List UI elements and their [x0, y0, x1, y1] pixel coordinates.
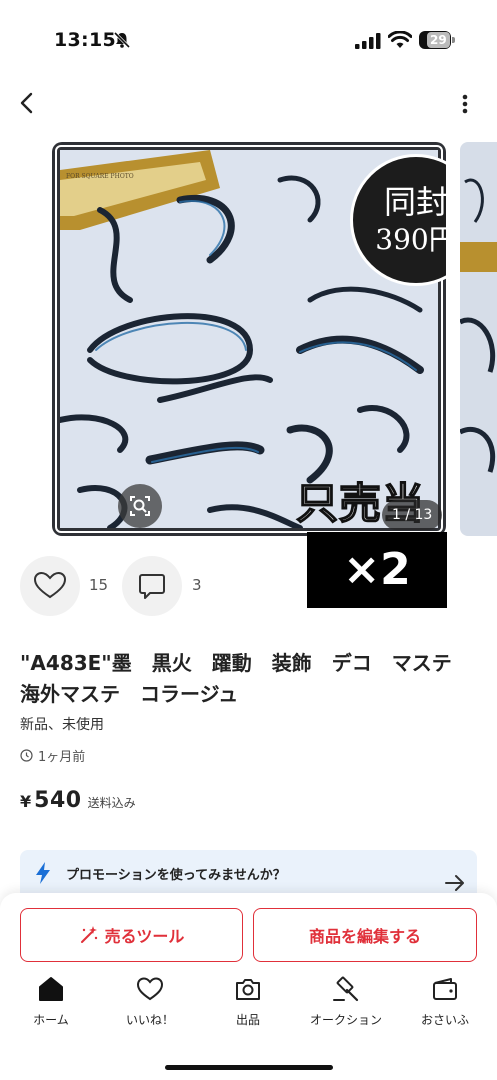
status-bar: 13:15 29 — [0, 0, 497, 80]
tab-home[interactable]: ホーム — [3, 975, 99, 1028]
like-count: 15 — [89, 576, 109, 594]
counter-text: 1 / 13 — [392, 507, 433, 523]
promotion-text: プロモーションを使ってみませんか？ — [66, 868, 286, 883]
price-value: 540 — [34, 788, 82, 813]
price: ¥ 540 送料込み — [20, 788, 136, 813]
badge-line-2: 390円 — [375, 223, 446, 256]
gavel-icon — [333, 976, 359, 1002]
arrow-right-icon[interactable] — [444, 874, 466, 892]
bell-muted-icon — [113, 31, 131, 49]
tab-listing[interactable]: 出品 — [200, 975, 296, 1028]
bottom-action-sheet: 売るツール 商品を編集する ホーム いいね！ 出品 オークション おさいふ — [0, 893, 497, 1080]
tab-wallet[interactable]: おさいふ — [397, 975, 493, 1028]
badge-line-1: 同封 — [383, 183, 446, 221]
home-icon — [39, 977, 63, 1001]
more-options-button[interactable] — [450, 90, 480, 120]
comment-icon — [139, 574, 165, 599]
sell-tools-label: 売るツール — [104, 927, 185, 946]
image-counter: 1 / 13 — [382, 500, 443, 530]
image-carousel[interactable]: FOR SQUARE PHOTO 同封 390円 只売当 1 / 13 — [0, 140, 497, 538]
next-photo-preview[interactable] — [460, 142, 497, 536]
posted-time: 1ヶ月前 — [20, 746, 85, 765]
tab-listing-label: 出品 — [235, 1013, 260, 1027]
tab-auction[interactable]: オークション — [298, 975, 394, 1028]
cellular-signal-icon — [355, 33, 381, 49]
home-indicator — [165, 1065, 333, 1070]
clock-icon — [20, 749, 33, 762]
tab-likes[interactable]: いいね！ — [102, 975, 198, 1028]
product-condition: 新品、未使用 — [20, 717, 104, 733]
shipping-note: 送料込み — [87, 796, 136, 810]
quantity-overlay: ×2 — [307, 532, 447, 608]
camera-icon — [236, 979, 260, 1000]
product-title: "A483E"墨 黒火 躍動 装飾 デコ マステ 海外マステ コラージュ — [20, 651, 472, 706]
sell-tools-button[interactable]: 売るツール — [20, 908, 243, 962]
posted-time-text: 1ヶ月前 — [38, 750, 86, 765]
edit-item-button[interactable]: 商品を編集する — [253, 908, 477, 962]
tab-auction-label: オークション — [309, 1013, 382, 1027]
product-photo[interactable]: FOR SQUARE PHOTO 同封 390円 只売当 1 / 13 — [52, 142, 446, 536]
wifi-icon — [388, 31, 412, 48]
comment-count: 3 — [192, 576, 202, 594]
back-button[interactable] — [12, 88, 42, 118]
status-time: 13:15 — [54, 29, 116, 51]
battery-cap — [452, 37, 455, 43]
like-button[interactable] — [20, 556, 80, 616]
lightning-icon — [36, 862, 50, 884]
comment-button[interactable] — [122, 556, 182, 616]
tab-likes-label: いいね！ — [125, 1013, 174, 1027]
tab-home-label: ホーム — [33, 1013, 69, 1027]
price-currency: ¥ — [20, 792, 32, 811]
frame-text: FOR SQUARE PHOTO — [66, 173, 134, 180]
tab-bar: ホーム いいね！ 出品 オークション おさいふ — [0, 975, 497, 1035]
next-photo-artwork — [460, 178, 497, 473]
tab-wallet-label: おさいふ — [420, 1013, 469, 1027]
heart-icon — [33, 571, 67, 599]
wallet-icon — [433, 978, 457, 1000]
magic-wand-icon — [80, 926, 97, 943]
battery-level: 29 — [427, 32, 450, 48]
heart-icon — [136, 977, 164, 1001]
battery-indicator: 29 — [419, 31, 455, 49]
image-search-button[interactable] — [118, 484, 162, 528]
edit-item-label: 商品を編集する — [308, 927, 421, 946]
